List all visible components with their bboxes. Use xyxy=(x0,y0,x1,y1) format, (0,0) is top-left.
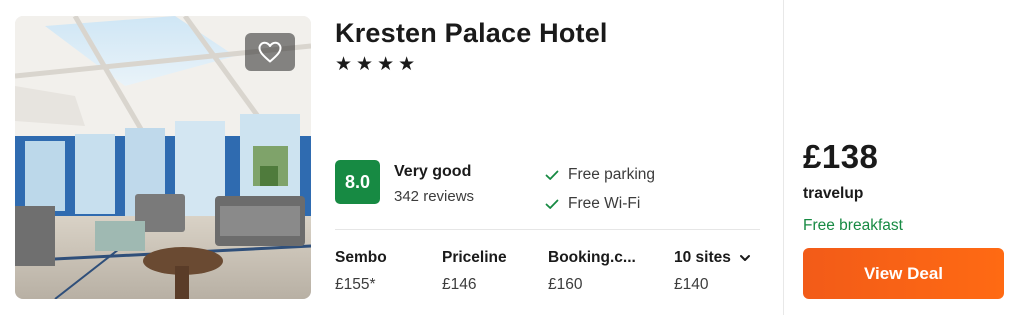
rating-score-badge: 8.0 xyxy=(335,160,380,204)
heart-icon xyxy=(258,41,282,63)
hotel-result-card: Kresten Palace Hotel ★★★★ 8.0 Very good … xyxy=(0,0,1024,315)
more-sites-dropdown[interactable]: 10 sites £140 xyxy=(674,249,751,294)
divider xyxy=(335,229,760,230)
amenity-label: Free Wi-Fi xyxy=(568,195,641,212)
favorite-button[interactable] xyxy=(245,33,295,71)
site-price: £160 xyxy=(548,276,583,293)
more-sites-toggle[interactable]: 10 sites xyxy=(674,249,751,267)
deal-perk: Free breakfast xyxy=(803,217,903,234)
site-name: Booking.c... xyxy=(548,249,636,266)
rating-label: Very good xyxy=(394,163,472,180)
site-offer-sembo[interactable]: Sembo £155* xyxy=(335,249,387,294)
site-price: £140 xyxy=(674,276,709,293)
deal-provider: travelup xyxy=(803,185,864,202)
site-price: £155* xyxy=(335,276,376,293)
site-offer-priceline[interactable]: Priceline £146 xyxy=(442,249,507,294)
star-rating: ★★★★ xyxy=(335,54,420,75)
site-name: Sembo xyxy=(335,249,387,266)
more-sites-label: 10 sites xyxy=(674,249,731,266)
view-deal-button[interactable]: View Deal xyxy=(803,248,1004,299)
column-divider xyxy=(783,0,784,315)
check-icon xyxy=(545,170,559,180)
site-name: Priceline xyxy=(442,249,507,266)
chevron-down-icon xyxy=(739,255,750,261)
deal-price: £138 xyxy=(803,138,879,175)
check-icon xyxy=(545,199,559,209)
amenity-free-wifi: Free Wi-Fi xyxy=(544,195,640,213)
hotel-name[interactable]: Kresten Palace Hotel xyxy=(335,18,608,49)
review-count[interactable]: 342 reviews xyxy=(394,188,474,205)
site-price: £146 xyxy=(442,276,477,293)
amenity-free-parking: Free parking xyxy=(544,166,655,184)
amenity-label: Free parking xyxy=(568,166,656,183)
site-offer-booking[interactable]: Booking.c... £160 xyxy=(548,249,648,294)
